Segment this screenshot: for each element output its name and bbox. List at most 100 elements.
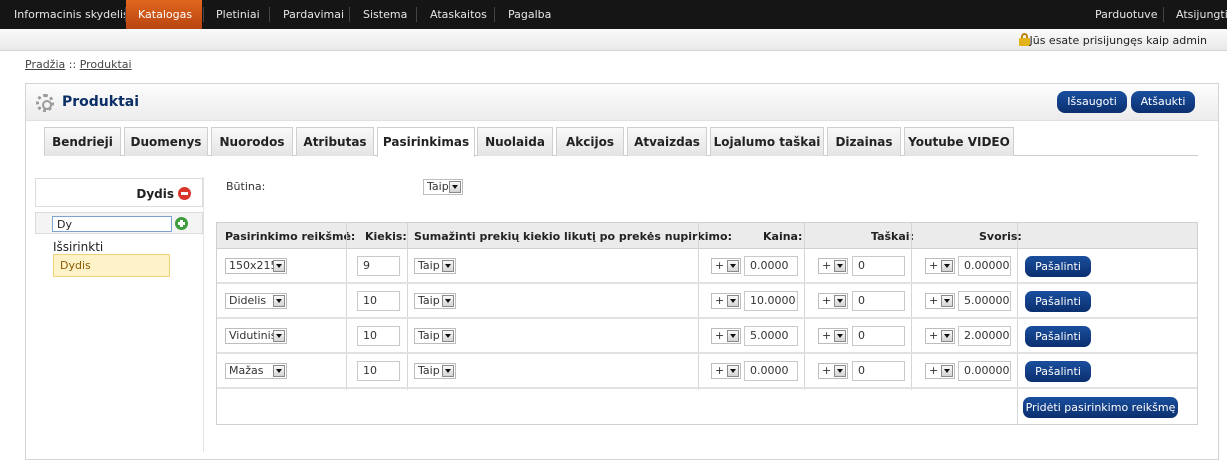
required-label: Būtina: bbox=[226, 180, 266, 193]
nav-atsijungti[interactable]: Atsijungti bbox=[1164, 0, 1227, 29]
add-option-row bbox=[35, 212, 203, 234]
points-prefix-value: + bbox=[822, 259, 832, 272]
weight-prefix-select[interactable]: + bbox=[925, 258, 955, 274]
chevron-down-icon bbox=[941, 330, 953, 342]
required-select[interactable]: Taip bbox=[423, 179, 463, 195]
weight-input[interactable]: 0.000000 bbox=[958, 256, 1011, 276]
tab-nuorodos[interactable]: Nuorodos bbox=[211, 127, 293, 156]
tab-pasirinkimas[interactable]: Pasirinkimas bbox=[377, 127, 475, 157]
subtract-select[interactable]: Taip bbox=[414, 258, 456, 274]
option-item[interactable]: Dydis bbox=[35, 178, 203, 207]
weight-prefix-select[interactable]: + bbox=[925, 328, 955, 344]
page-title: Produktai bbox=[62, 94, 140, 110]
points-prefix-select[interactable]: + bbox=[818, 363, 848, 379]
price-prefix-select[interactable]: + bbox=[711, 258, 741, 274]
price-input[interactable]: 0.0000 bbox=[744, 361, 798, 381]
autocomplete-option-label: Dydis bbox=[60, 259, 91, 272]
points-input[interactable]: 0 bbox=[852, 326, 905, 346]
price-input[interactable]: 5.0000 bbox=[744, 326, 798, 346]
weight-prefix-select[interactable]: + bbox=[925, 293, 955, 309]
chevron-down-icon bbox=[273, 365, 285, 377]
table-row: Didelis 10 Taip + 10.0000 + 0 + 5.00000 … bbox=[217, 284, 1197, 319]
points-prefix-select[interactable]: + bbox=[818, 258, 848, 274]
chevron-down-icon bbox=[941, 295, 953, 307]
autocomplete-header: Išsirinkti bbox=[53, 240, 104, 254]
breadcrumb: Pradžia :: Produktai bbox=[25, 58, 132, 71]
subtract-select[interactable]: Taip bbox=[414, 293, 456, 309]
tab-nuolaida[interactable]: Nuolaida bbox=[477, 127, 553, 156]
points-prefix-select[interactable]: + bbox=[818, 328, 848, 344]
option-value-select-value: Mažas bbox=[229, 364, 264, 377]
subtract-select[interactable]: Taip bbox=[414, 328, 456, 344]
nav-informacinis-skydelis[interactable]: Informacinis skydelis bbox=[2, 0, 141, 29]
chevron-down-icon bbox=[449, 181, 461, 193]
table-header: Pasirinkimo reikšmė: Kiekis: Sumažinti p… bbox=[217, 223, 1197, 249]
points-prefix-select[interactable]: + bbox=[818, 293, 848, 309]
save-button[interactable]: Išsaugoti bbox=[1057, 91, 1127, 113]
nav-separator bbox=[269, 7, 270, 22]
quantity-input[interactable]: 10 bbox=[357, 361, 400, 381]
cancel-button[interactable]: Atšaukti bbox=[1131, 91, 1195, 113]
tab-atvaizdas[interactable]: Atvaizdas bbox=[627, 127, 707, 156]
tab-duomenys[interactable]: Duomenys bbox=[124, 127, 208, 156]
tab-akcijos[interactable]: Akcijos bbox=[556, 127, 624, 156]
option-values-table: Pasirinkimo reikšmė: Kiekis: Sumažinti p… bbox=[216, 222, 1198, 425]
quantity-input[interactable]: 9 bbox=[357, 256, 400, 276]
header-subtract: Sumažinti prekių kiekio likutį po prekės… bbox=[414, 230, 732, 243]
weight-input[interactable]: 5.000000 bbox=[958, 291, 1011, 311]
quantity-input[interactable]: 10 bbox=[357, 291, 400, 311]
nav-sistema[interactable]: Sistema bbox=[351, 0, 419, 29]
nav-pagalba[interactable]: Pagalba bbox=[496, 0, 563, 29]
remove-value-button[interactable]: Pašalinti bbox=[1025, 256, 1091, 277]
chevron-down-icon bbox=[727, 260, 739, 272]
option-value-select[interactable]: 150x215 bbox=[225, 258, 287, 274]
tab-atributas[interactable]: Atributas bbox=[296, 127, 374, 156]
add-option-input[interactable] bbox=[52, 216, 172, 232]
subtract-select[interactable]: Taip bbox=[414, 363, 456, 379]
tab-youtube-video[interactable]: Youtube VIDEO bbox=[904, 127, 1014, 156]
chevron-down-icon bbox=[834, 295, 846, 307]
option-value-select[interactable]: Mažas bbox=[225, 363, 287, 379]
header-weight: Svoris: bbox=[979, 230, 1022, 243]
option-value-select-value: Didelis bbox=[229, 294, 267, 307]
option-value-select-value: Vidutinis bbox=[229, 329, 277, 342]
option-value-select-value: 150x215 bbox=[229, 259, 278, 272]
add-icon[interactable] bbox=[175, 217, 188, 230]
points-input[interactable]: 0 bbox=[852, 256, 905, 276]
nav-pardavimai[interactable]: Pardavimai bbox=[271, 0, 356, 29]
price-prefix-select[interactable]: + bbox=[711, 363, 741, 379]
breadcrumb-current[interactable]: Produktai bbox=[80, 58, 132, 71]
remove-value-button[interactable]: Pašalinti bbox=[1025, 326, 1091, 347]
quantity-input[interactable]: 10 bbox=[357, 326, 400, 346]
chevron-down-icon bbox=[727, 330, 739, 342]
remove-value-button[interactable]: Pašalinti bbox=[1025, 291, 1091, 312]
nav-separator bbox=[494, 7, 495, 22]
option-value-select[interactable]: Didelis bbox=[225, 293, 287, 309]
weight-input[interactable]: 0.000000 bbox=[958, 361, 1011, 381]
weight-prefix-select[interactable]: + bbox=[925, 363, 955, 379]
tab-bendrieji[interactable]: Bendrieji bbox=[44, 127, 121, 156]
remove-icon[interactable] bbox=[178, 187, 191, 200]
autocomplete-option[interactable]: Dydis bbox=[53, 254, 170, 277]
nav-ataskaitos[interactable]: Ataskaitos bbox=[418, 0, 499, 29]
nav-separator bbox=[416, 7, 417, 22]
option-value-select[interactable]: Vidutinis bbox=[225, 328, 287, 344]
gear-icon bbox=[36, 94, 54, 112]
points-input[interactable]: 0 bbox=[852, 291, 905, 311]
tab-dizainas[interactable]: Dizainas bbox=[827, 127, 901, 156]
weight-input[interactable]: 2.000000 bbox=[958, 326, 1011, 346]
add-value-button[interactable]: Pridėti pasirinkimo reikšmę bbox=[1023, 397, 1178, 418]
nav-pletiniai[interactable]: Pletiniai bbox=[204, 0, 272, 29]
points-input[interactable]: 0 bbox=[852, 361, 905, 381]
price-input[interactable]: 10.0000 bbox=[744, 291, 798, 311]
price-input[interactable]: 0.0000 bbox=[744, 256, 798, 276]
nav-parduotuve[interactable]: Parduotuve bbox=[1083, 0, 1169, 29]
nav-katalogas[interactable]: Katalogas bbox=[126, 0, 202, 29]
price-prefix-select[interactable]: + bbox=[711, 293, 741, 309]
option-list: Dydis bbox=[34, 177, 204, 452]
tab-lojalumo-taskai[interactable]: Lojalumo taškai bbox=[710, 127, 824, 156]
remove-value-button[interactable]: Pašalinti bbox=[1025, 361, 1091, 382]
price-prefix-select[interactable]: + bbox=[711, 328, 741, 344]
price-prefix-value: + bbox=[715, 259, 725, 272]
breadcrumb-home[interactable]: Pradžia bbox=[25, 58, 65, 71]
